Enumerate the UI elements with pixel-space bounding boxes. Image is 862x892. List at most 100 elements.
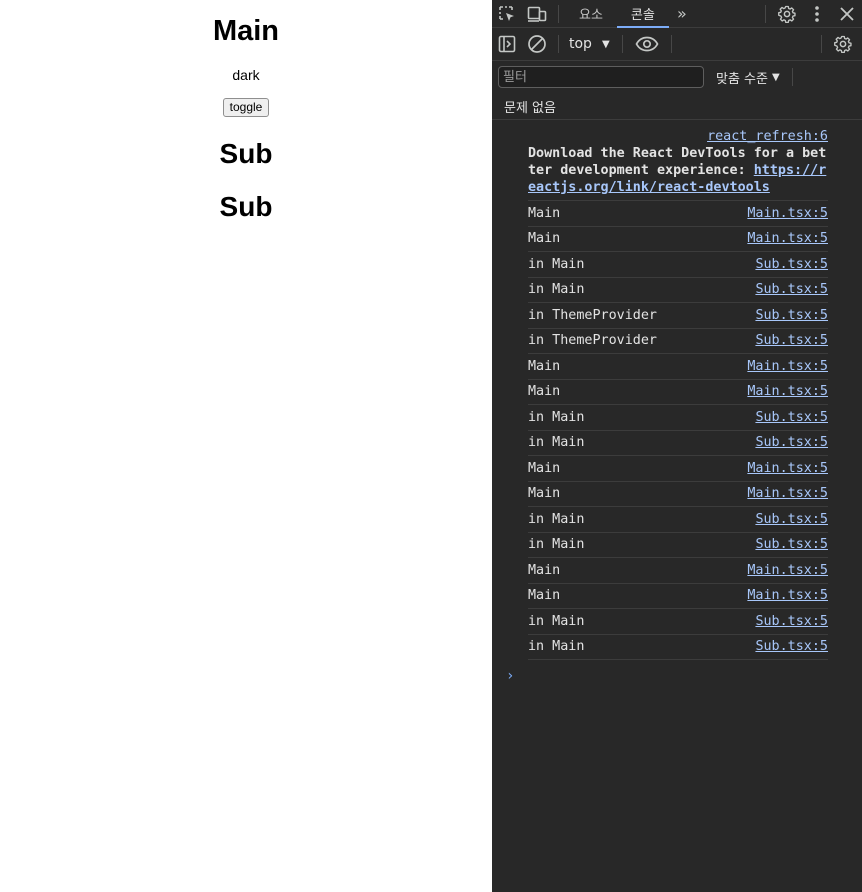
gear-icon <box>834 35 852 53</box>
app-page: Main dark toggle Sub Sub <box>0 0 492 892</box>
console-log-row: Main Main.tsx:5 <box>528 201 828 227</box>
console-filterbar: 맞춤 수준 ▼ <box>492 61 862 93</box>
log-message: in ThemeProvider <box>528 333 657 349</box>
toolbar-separator <box>558 35 559 53</box>
sub-heading-2: Sub <box>219 191 273 222</box>
console-message-devtools-hint: react_refresh:6 Download the React DevTo… <box>528 128 828 201</box>
console-log-row: Main Main.tsx:5 <box>528 482 828 507</box>
log-source-link[interactable]: Main.tsx:5 <box>747 461 828 476</box>
prompt-chevron-icon: › <box>506 668 515 684</box>
tab-elements[interactable]: 요소 <box>565 0 617 27</box>
log-source-link[interactable]: Sub.tsx:5 <box>755 282 828 297</box>
device-toggle-icon <box>527 5 547 23</box>
live-expression-button[interactable] <box>629 31 665 58</box>
log-message: Main <box>528 358 561 374</box>
log-source-link[interactable]: Main.tsx:5 <box>747 359 828 374</box>
log-levels-dropdown[interactable]: 맞춤 수준 ▼ <box>716 68 780 87</box>
console-log-row: Main Main.tsx:5 <box>528 558 828 584</box>
filterbar-separator <box>791 68 793 86</box>
toolbar-separator-4 <box>821 34 822 53</box>
context-select[interactable]: top ▼ <box>565 36 616 52</box>
console-log-row: in Main Sub.tsx:5 <box>528 635 828 660</box>
log-levels-label: 맞춤 수준 <box>716 71 768 87</box>
tabbar-right-controls <box>759 0 862 27</box>
settings-button[interactable] <box>772 0 802 27</box>
console-settings-button[interactable] <box>828 30 858 57</box>
console-log-row: in Main Sub.tsx:5 <box>528 533 828 558</box>
devtools-panel: 요소 콘솔 » top ▼ 필터 맞춤 수준 ▼ 문제 없음 react_ref… <box>492 0 862 892</box>
log-source-link[interactable]: Sub.tsx:5 <box>755 308 828 323</box>
log-source-link[interactable]: Sub.tsx:5 <box>755 410 828 425</box>
inspect-element-icon <box>498 5 516 23</box>
log-source-link[interactable]: Sub.tsx:5 <box>755 639 828 654</box>
gear-icon <box>778 5 796 23</box>
inspect-element-button[interactable] <box>492 0 522 27</box>
console-log-row: Main Main.tsx:5 <box>528 227 828 252</box>
devtools-tabbar: 요소 콘솔 » <box>492 0 862 28</box>
log-source-link[interactable]: Sub.tsx:5 <box>755 614 828 629</box>
filter-input[interactable] <box>498 66 704 88</box>
log-message: Main <box>528 460 561 476</box>
message-text: Download the React DevTools for a better… <box>528 145 828 196</box>
console-log-row: Main Main.tsx:5 <box>528 354 828 380</box>
log-message: Main <box>528 205 561 221</box>
console-log-row: in ThemeProvider Sub.tsx:5 <box>528 329 828 354</box>
console-prompt[interactable]: › <box>506 668 862 684</box>
close-devtools-button[interactable] <box>832 0 862 27</box>
device-toolbar-button[interactable] <box>522 0 552 27</box>
block-icon <box>527 34 547 54</box>
sidebar-icon <box>498 35 516 53</box>
log-message: Main <box>528 231 561 247</box>
sub-heading-1: Sub <box>219 138 273 169</box>
console-log-row: in Main Sub.tsx:5 <box>528 609 828 635</box>
log-message: Main <box>528 384 561 400</box>
log-message: Main <box>528 486 561 502</box>
console-log-row: in Main Sub.tsx:5 <box>528 278 828 303</box>
console-log-row: in ThemeProvider Sub.tsx:5 <box>528 303 828 329</box>
log-message: in ThemeProvider <box>528 307 657 323</box>
console-settings-group <box>815 30 858 57</box>
log-source-link[interactable]: Main.tsx:5 <box>747 486 828 501</box>
log-source-link[interactable]: Main.tsx:5 <box>747 384 828 399</box>
toolbar-separator-2 <box>621 35 623 53</box>
tab-console[interactable]: 콘솔 <box>616 0 669 28</box>
console-log-row: in Main Sub.tsx:5 <box>528 431 828 456</box>
caret-down-icon: ▼ <box>771 71 780 83</box>
chevron-double-right-icon: » <box>676 4 687 23</box>
log-message: in Main <box>528 435 585 451</box>
issues-bar[interactable]: 문제 없음 <box>492 93 862 120</box>
sidebar-toggle-button[interactable] <box>492 31 522 58</box>
log-source-link[interactable]: Main.tsx:5 <box>747 563 828 578</box>
tabbar-separator-right <box>765 4 766 23</box>
console-log-row: Main Main.tsx:5 <box>528 456 828 482</box>
customize-menu-button[interactable] <box>802 0 832 27</box>
console-log-row: in Main Sub.tsx:5 <box>528 507 828 533</box>
screen: Main dark toggle Sub Sub 요소 콘솔 » top ▼ 필… <box>0 0 862 892</box>
clear-console-button[interactable] <box>522 31 552 58</box>
log-source-link[interactable]: Sub.tsx:5 <box>755 537 828 552</box>
log-message: in Main <box>528 639 585 655</box>
log-message: in Main <box>528 282 585 298</box>
log-source-link[interactable]: Sub.tsx:5 <box>755 435 828 450</box>
toolbar-separator-3 <box>670 35 672 53</box>
log-message: Main <box>528 562 561 578</box>
console-log-row: in Main Sub.tsx:5 <box>528 252 828 278</box>
console-log-row: Main Main.tsx:5 <box>528 584 828 609</box>
log-source-link[interactable]: Main.tsx:5 <box>747 206 828 221</box>
eye-icon <box>635 36 659 52</box>
theme-label: dark <box>232 67 260 83</box>
console-log-list: Main Main.tsx:5 Main Main.tsx:5 in Main Sub.t… <box>492 201 862 660</box>
log-source-link[interactable]: Sub.tsx:5 <box>755 333 828 348</box>
console-log-row: in Main Sub.tsx:5 <box>528 405 828 431</box>
log-source-link[interactable]: Main.tsx:5 <box>747 588 828 603</box>
caret-down-icon: ▼ <box>601 38 610 50</box>
console-log-row: Main Main.tsx:5 <box>528 380 828 405</box>
log-source-link[interactable]: Main.tsx:5 <box>747 231 828 246</box>
toggle-button[interactable]: toggle <box>223 98 269 117</box>
more-tabs-button[interactable]: » <box>669 0 695 27</box>
message-source-link[interactable]: react_refresh:6 <box>528 128 828 145</box>
log-message: in Main <box>528 409 585 425</box>
log-source-link[interactable]: Sub.tsx:5 <box>755 257 828 272</box>
issues-label: 문제 없음 <box>504 100 556 116</box>
log-source-link[interactable]: Sub.tsx:5 <box>755 512 828 527</box>
